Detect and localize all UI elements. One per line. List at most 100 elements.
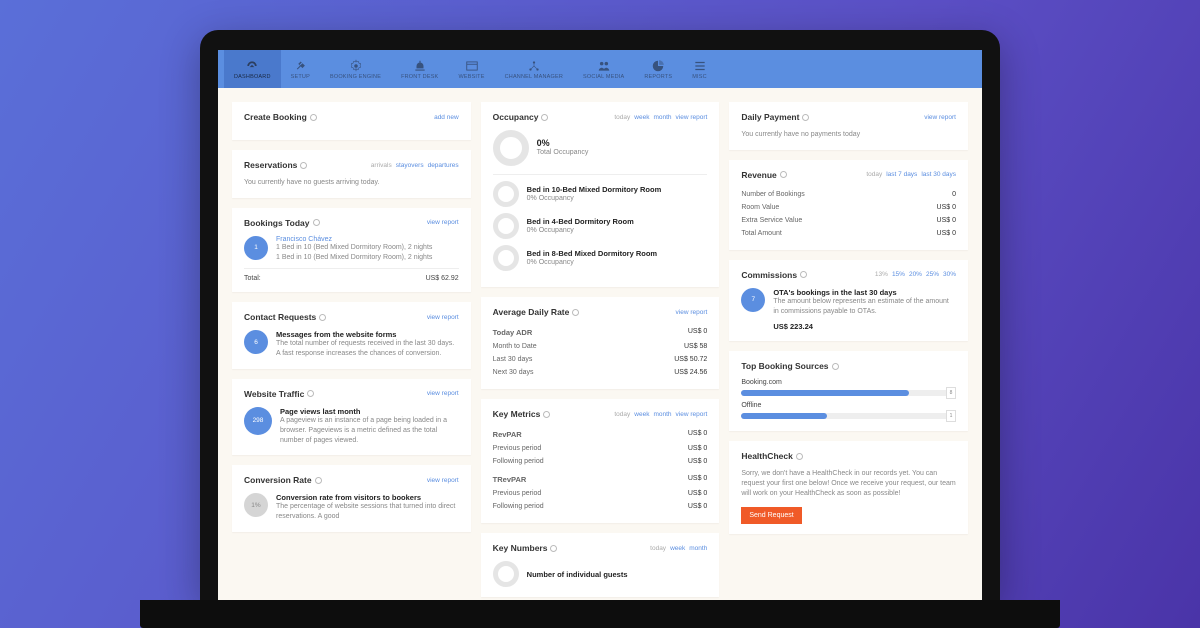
view-report-link[interactable]: view report bbox=[676, 411, 708, 418]
source-count: 8 bbox=[946, 387, 956, 399]
tab-today[interactable]: today bbox=[650, 545, 666, 552]
count-badge: 7 bbox=[741, 288, 765, 312]
piechart-icon bbox=[651, 59, 665, 73]
card-commissions: Commissions 13% 15% 20% 25% 30% 7 bbox=[729, 260, 968, 342]
room-name: Bed in 10-Bed Mixed Dormitory Room bbox=[527, 185, 662, 194]
info-icon[interactable] bbox=[572, 309, 579, 316]
view-report-link[interactable]: view report bbox=[427, 314, 459, 321]
card-revenue: Revenue today last 7 days last 30 days N… bbox=[729, 160, 968, 250]
row-label: Total Amount bbox=[741, 230, 781, 237]
view-report-link[interactable]: view report bbox=[676, 309, 708, 316]
row-value: US$ 24.56 bbox=[674, 369, 707, 376]
nav-dashboard[interactable]: DASHBOARD bbox=[224, 50, 281, 88]
occupancy-label: Total Occupancy bbox=[537, 148, 589, 158]
info-icon[interactable] bbox=[541, 114, 548, 121]
info-icon[interactable] bbox=[300, 162, 307, 169]
info-icon[interactable] bbox=[310, 114, 317, 121]
send-request-button[interactable]: Send Request bbox=[741, 507, 801, 524]
tab-arrivals[interactable]: arrivals bbox=[371, 162, 392, 169]
view-report-link[interactable]: view report bbox=[924, 114, 956, 121]
view-report-link[interactable]: view report bbox=[676, 114, 708, 121]
tab-today[interactable]: today bbox=[614, 411, 630, 418]
tab-20[interactable]: 20% bbox=[909, 271, 922, 278]
info-icon[interactable] bbox=[315, 477, 322, 484]
pct-badge: 1% bbox=[244, 493, 268, 517]
source-bar: 1 bbox=[741, 413, 956, 419]
tab-25[interactable]: 25% bbox=[926, 271, 939, 278]
tab-today[interactable]: today bbox=[614, 114, 630, 121]
browser-icon bbox=[465, 59, 479, 73]
tab-month[interactable]: month bbox=[653, 114, 671, 121]
occupancy-pct: 0% bbox=[537, 138, 589, 148]
tab-departures[interactable]: departures bbox=[428, 162, 459, 169]
card-reservations: Reservations arrivals stayovers departur… bbox=[232, 150, 471, 198]
row-label: Today ADR bbox=[493, 328, 533, 337]
tab-month[interactable]: month bbox=[653, 411, 671, 418]
tab-stayovers[interactable]: stayovers bbox=[396, 162, 424, 169]
card-key-metrics: Key Metrics today week month view report… bbox=[481, 399, 720, 523]
card-title: Bookings Today bbox=[244, 218, 320, 228]
tab-month[interactable]: month bbox=[689, 545, 707, 552]
nav-label: CHANNEL MANAGER bbox=[505, 74, 563, 80]
room-pct: 0% Occupancy bbox=[527, 258, 657, 268]
tab-7days[interactable]: last 7 days bbox=[886, 171, 917, 178]
info-icon[interactable] bbox=[307, 390, 314, 397]
row-label: Number of individual guests bbox=[527, 570, 628, 579]
row-value: 0 bbox=[952, 191, 956, 198]
source-count: 1 bbox=[946, 410, 956, 422]
nav-label: MISC bbox=[692, 74, 707, 80]
count-badge: 1 bbox=[244, 236, 268, 260]
room-name: Bed in 4-Bed Dormitory Room bbox=[527, 217, 634, 226]
info-icon[interactable] bbox=[319, 314, 326, 321]
tab-today[interactable]: today bbox=[866, 171, 882, 178]
info-icon[interactable] bbox=[832, 363, 839, 370]
row-value: US$ 50.72 bbox=[674, 356, 707, 363]
nav-website[interactable]: WEBSITE bbox=[448, 50, 494, 88]
nav-reports[interactable]: REPORTS bbox=[634, 50, 682, 88]
tab-week[interactable]: week bbox=[634, 114, 649, 121]
description: A pageview is an instance of a page bein… bbox=[280, 416, 459, 445]
card-bookings-today: Bookings Today view report 1 Francisco C… bbox=[232, 208, 471, 293]
description: The percentage of website sessions that … bbox=[276, 502, 459, 522]
total-label: Total: bbox=[244, 275, 261, 282]
info-icon[interactable] bbox=[796, 453, 803, 460]
card-title: Key Metrics bbox=[493, 409, 551, 419]
card-contact-requests: Contact Requests view report 6 Messages … bbox=[232, 302, 471, 369]
nav-booking-engine[interactable]: BOOKING ENGINE bbox=[320, 50, 391, 88]
tab-30days[interactable]: last 30 days bbox=[921, 171, 956, 178]
nav-misc[interactable]: MISC bbox=[682, 50, 717, 88]
row-label: Previous period bbox=[493, 445, 542, 452]
view-report-link[interactable]: view report bbox=[427, 477, 459, 484]
subheading: OTA's bookings in the last 30 days bbox=[773, 288, 956, 297]
nav-social-media[interactable]: SOCIAL MEDIA bbox=[573, 50, 634, 88]
info-icon[interactable] bbox=[802, 114, 809, 121]
row-label: Last 30 days bbox=[493, 356, 533, 363]
info-icon[interactable] bbox=[780, 171, 787, 178]
tab-week[interactable]: week bbox=[670, 545, 685, 552]
tab-15[interactable]: 15% bbox=[892, 271, 905, 278]
view-report-link[interactable]: view report bbox=[427, 219, 459, 226]
add-new-link[interactable]: add new bbox=[434, 114, 459, 121]
description: The amount below represents an estimate … bbox=[773, 297, 956, 317]
row-value: US$ 0 bbox=[937, 204, 956, 211]
row-label: Previous period bbox=[493, 490, 542, 497]
booking-line: 1 Bed in 10 (Bed Mixed Dormitory Room), … bbox=[276, 253, 459, 263]
view-report-link[interactable]: view report bbox=[427, 390, 459, 397]
people-icon bbox=[597, 59, 611, 73]
info-icon[interactable] bbox=[800, 271, 807, 278]
guest-name-link[interactable]: Francisco Chávez bbox=[276, 236, 459, 243]
info-icon[interactable] bbox=[543, 411, 550, 418]
tab-13[interactable]: 13% bbox=[875, 271, 888, 278]
tab-week[interactable]: week bbox=[634, 411, 649, 418]
info-icon[interactable] bbox=[550, 545, 557, 552]
gauge-icon bbox=[245, 59, 259, 73]
nav-channel-manager[interactable]: CHANNEL MANAGER bbox=[495, 50, 573, 88]
healthcheck-desc: Sorry, we don't have a HealthCheck in ou… bbox=[741, 469, 956, 498]
info-icon[interactable] bbox=[313, 219, 320, 226]
row-label: Room Value bbox=[741, 204, 779, 211]
card-title: Revenue bbox=[741, 170, 786, 180]
nav-setup[interactable]: SETUP bbox=[281, 50, 320, 88]
card-title: Top Booking Sources bbox=[741, 361, 838, 371]
tab-30[interactable]: 30% bbox=[943, 271, 956, 278]
nav-front-desk[interactable]: FRONT DESK bbox=[391, 50, 448, 88]
